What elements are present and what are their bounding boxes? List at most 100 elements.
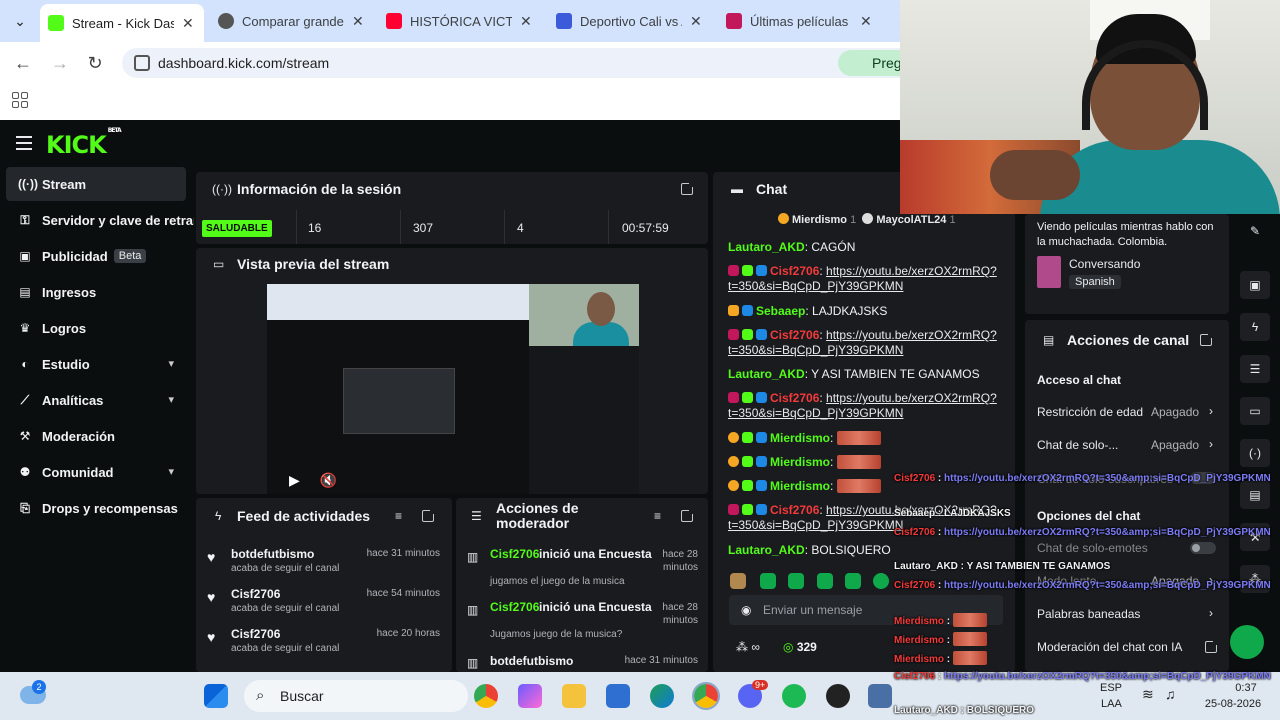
chat-link[interactable]: https://youtu.be/xerzOX2rmRQ?t=350&si=Bq… xyxy=(728,328,997,357)
lightning-tool-icon[interactable]: ϟ xyxy=(1240,313,1270,341)
taskbar-search[interactable]: ⌕ Buscar xyxy=(244,680,468,712)
reload-icon[interactable]: ↻ xyxy=(83,51,107,75)
popout-icon[interactable] xyxy=(681,181,695,195)
sidebar-item-drops[interactable]: ⎘ Drops y recompensas xyxy=(6,491,186,525)
edit-icon[interactable]: ✎ xyxy=(1250,224,1260,238)
chrome-icon[interactable] xyxy=(474,684,498,708)
external-link-icon[interactable] xyxy=(1205,639,1219,653)
points-icon: ◎ xyxy=(783,640,794,654)
help-bubble-icon[interactable] xyxy=(1230,625,1264,659)
close-tab-icon[interactable]: ✕ xyxy=(690,13,702,30)
menu-icon[interactable] xyxy=(16,136,32,150)
stream-info-tool-icon[interactable]: ▣ xyxy=(1240,271,1270,299)
file-explorer-icon[interactable] xyxy=(562,684,586,708)
volume-icon[interactable]: ♫ xyxy=(1165,686,1176,702)
emote-icon[interactable] xyxy=(873,573,889,589)
chat-link[interactable]: https://youtu.be/xerzOX2rmRQ?t=350&si=Bq… xyxy=(728,264,997,293)
feed-user[interactable]: Cisf2706 xyxy=(231,587,280,601)
tab-kick-dashboard[interactable]: Stream - Kick Dash ✕ xyxy=(40,4,204,42)
sidebar-item-community[interactable]: ⚉ Comunidad ▾ xyxy=(6,455,186,489)
close-tab-icon[interactable]: ✕ xyxy=(520,13,532,30)
chevron-down-icon: ▾ xyxy=(168,466,174,478)
sidebar-item-ads[interactable]: ▣ Publicidad Beta xyxy=(6,239,186,273)
mod-user[interactable]: Cisf2706 xyxy=(490,547,539,561)
close-tab-icon[interactable]: ✕ xyxy=(182,15,194,32)
emote-icon[interactable] xyxy=(845,573,861,589)
emoji-icon[interactable]: ◉ xyxy=(741,595,751,625)
kick-logo[interactable]: KICKBETA xyxy=(46,127,122,159)
store-icon[interactable] xyxy=(606,684,630,708)
actions-tool-icon[interactable]: ▤ xyxy=(1240,481,1270,509)
chevron-right-icon[interactable]: › xyxy=(1209,437,1213,451)
wifi-icon[interactable]: ≋ xyxy=(1142,686,1154,703)
back-arrow-icon[interactable]: ← xyxy=(11,51,35,75)
chrome-active-icon[interactable] xyxy=(692,682,720,710)
close-tab-icon[interactable]: ✕ xyxy=(860,13,872,30)
chat-message: Mierdismo: xyxy=(728,431,1000,446)
banned-words-row[interactable]: Palabras baneadas xyxy=(1037,607,1140,621)
spotify-icon[interactable] xyxy=(782,684,806,708)
emote-icon[interactable] xyxy=(760,573,776,589)
chat-link[interactable]: https://youtu.be/xerzOX2rmRQ?t=350&si=Bq… xyxy=(728,391,997,420)
sidebar-item-server-key[interactable]: ⚿ Servidor y clave de retrans xyxy=(6,203,194,237)
apps-grid-icon[interactable] xyxy=(12,92,28,108)
tab-deportivo[interactable]: Deportivo Cali vs A ✕ xyxy=(548,6,712,36)
category-thumbnail[interactable] xyxy=(1037,256,1061,288)
sidebar-item-income[interactable]: ▤ Ingresos xyxy=(6,275,186,309)
forward-arrow-icon[interactable]: → xyxy=(48,51,72,75)
ai-moderation-row[interactable]: Moderación del chat con IA xyxy=(1037,640,1182,654)
sidebar-item-stream[interactable]: ((·)) Stream xyxy=(6,167,186,201)
keyboard-language[interactable]: ESP xyxy=(1100,682,1122,694)
chevron-right-icon[interactable]: › xyxy=(1209,404,1213,418)
edge-icon[interactable] xyxy=(650,684,674,708)
copilot-icon[interactable] xyxy=(518,684,542,708)
play-icon[interactable]: ▶ xyxy=(289,472,300,489)
windows-start-icon[interactable] xyxy=(204,684,228,708)
sidebar-item-moderation[interactable]: ⚒ Moderación xyxy=(6,419,186,453)
video-controls: ▶ 🔇 xyxy=(267,466,639,494)
tab-youtube[interactable]: HISTÓRICA VICTOR ✕ xyxy=(378,6,542,36)
popout-icon[interactable] xyxy=(1200,332,1214,346)
chevron-right-icon[interactable]: › xyxy=(1209,606,1213,620)
emotes-only-row[interactable]: Chat de solo-emotes xyxy=(1037,541,1148,555)
tab-compare[interactable]: Comparar grandes ✕ xyxy=(210,6,374,36)
chat-message: Cisf2706: https://youtu.be/xerzOX2rmRQ?t… xyxy=(728,264,997,293)
feed-user[interactable]: botdefutbismo xyxy=(231,547,314,561)
filter-icon[interactable]: ≡ xyxy=(654,509,661,523)
emote-icon[interactable] xyxy=(788,573,804,589)
people-icon: ⚉ xyxy=(19,465,31,479)
overlay-chat-message: Cisf2706 : https://youtu.be/xerzOX2rmRQ?… xyxy=(894,527,1271,538)
site-info-icon[interactable] xyxy=(134,55,150,71)
mute-icon[interactable]: 🔇 xyxy=(320,472,337,489)
chat-tool-icon[interactable]: ▭ xyxy=(1240,397,1270,425)
keyboard-layout[interactable]: LAA xyxy=(1101,698,1122,710)
stream-preview-video[interactable]: ▶ 🔇 xyxy=(267,284,639,494)
followers-only-row[interactable]: Chat de solo-... xyxy=(1037,438,1118,452)
chat-message: Cisf2706: https://youtu.be/xerzOX2rmRQ?t… xyxy=(728,328,997,357)
mod-user[interactable]: botdefutbismo xyxy=(490,654,573,668)
clock-time[interactable]: 0:37 xyxy=(1226,682,1266,694)
avatar[interactable] xyxy=(730,573,746,589)
category-name[interactable]: Conversando xyxy=(1069,257,1140,271)
feed-user[interactable]: Cisf2706 xyxy=(231,627,280,641)
sidebar-item-studio[interactable]: ◐ Estudio ▾ xyxy=(6,347,186,381)
obs-icon[interactable] xyxy=(826,684,850,708)
close-tab-icon[interactable]: ✕ xyxy=(352,13,364,30)
popout-icon[interactable] xyxy=(681,508,695,522)
mod-user[interactable]: Cisf2706 xyxy=(490,600,539,614)
sidebar-item-analytics[interactable]: ⟋ Analíticas ▾ xyxy=(6,383,186,417)
broadcast-tool-icon[interactable]: (·) xyxy=(1240,439,1270,467)
popout-icon[interactable] xyxy=(422,508,436,522)
calculator-icon[interactable] xyxy=(868,684,892,708)
filter-icon[interactable]: ≡ xyxy=(395,509,402,523)
tab-peliculas[interactable]: Últimas películas a ✕ xyxy=(718,6,882,36)
age-restriction-row[interactable]: Restricción de edad xyxy=(1037,405,1143,419)
sidebar-item-achievements[interactable]: ♛ Logros xyxy=(6,311,186,345)
channel-points[interactable]: ◎ 329 xyxy=(783,640,817,654)
clock-date[interactable]: 25-08-2026 xyxy=(1200,698,1266,710)
list-tool-icon[interactable]: ☰ xyxy=(1240,355,1270,383)
viewers-icon[interactable]: ⁂ ∞ xyxy=(736,640,760,654)
emotes-only-toggle[interactable] xyxy=(1190,542,1216,554)
tab-search-chevron-icon[interactable]: ⌄ xyxy=(8,9,32,33)
emote-icon[interactable] xyxy=(817,573,833,589)
